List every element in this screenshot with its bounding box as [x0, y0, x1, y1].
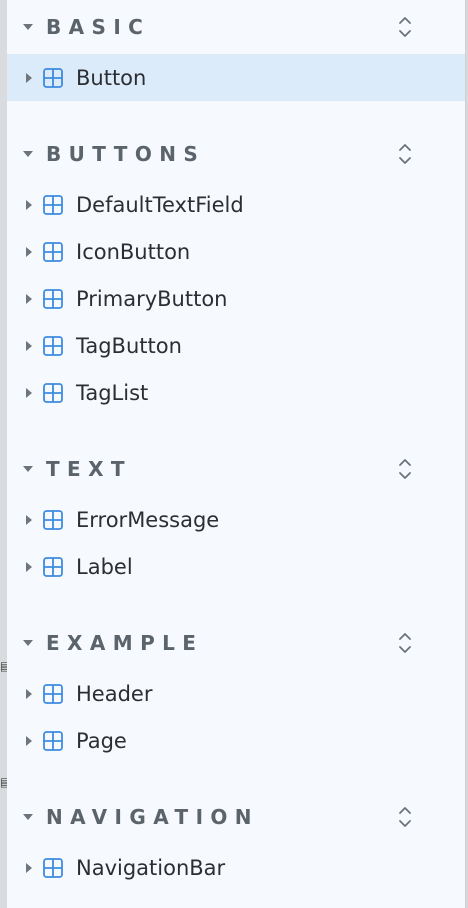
caret-right-icon: [26, 200, 32, 210]
caret-right-icon: [26, 73, 32, 83]
group-title: NAVIGATION: [46, 805, 259, 829]
component-grid-icon: [42, 288, 64, 310]
component-grid-icon: [42, 683, 64, 705]
group-spacer: [7, 416, 465, 442]
caret-right-icon: [26, 515, 32, 525]
component-grid-icon: [42, 857, 64, 879]
caret-down-icon: [23, 640, 33, 646]
sidebar-item-label: PrimaryButton: [76, 287, 228, 311]
sidebar-item-label: Button: [76, 66, 146, 90]
caret-right-icon: [26, 562, 32, 572]
group-spacer: [7, 101, 465, 127]
component-grid-icon: [42, 67, 64, 89]
group-header-basic[interactable]: BASIC: [7, 0, 465, 54]
sidebar-item-label: DefaultTextField: [76, 193, 244, 217]
group-text: TEXT ErrorMessage Label: [7, 442, 465, 590]
group-header-navigation[interactable]: NAVIGATION: [7, 790, 465, 844]
component-grid-icon: [42, 509, 64, 531]
caret-right-icon: [26, 736, 32, 746]
component-grid-icon: [42, 194, 64, 216]
group-title: TEXT: [46, 457, 132, 481]
edge-fragment-glyph: ▤: [0, 660, 6, 672]
sidebar-item-label: Header: [76, 682, 152, 706]
chevron-up-down-icon[interactable]: [395, 630, 415, 656]
sidebar-item-button[interactable]: Button: [7, 54, 465, 101]
component-grid-icon: [42, 335, 64, 357]
storybook-sidebar: BASIC Button BUTTONS: [7, 0, 466, 908]
caret-right-icon: [26, 247, 32, 257]
caret-right-icon: [26, 689, 32, 699]
chevron-up-down-icon[interactable]: [395, 804, 415, 830]
caret-right-icon: [26, 863, 32, 873]
sidebar-item-tagbutton[interactable]: TagButton: [7, 322, 465, 369]
edge-fragment-glyph: ▤: [0, 776, 6, 788]
chevron-up-down-icon[interactable]: [395, 14, 415, 40]
sidebar-item-iconbutton[interactable]: IconButton: [7, 228, 465, 275]
component-grid-icon: [42, 730, 64, 752]
component-grid-icon: [42, 241, 64, 263]
caret-down-icon: [23, 24, 33, 30]
sidebar-item-defaulttextfield[interactable]: DefaultTextField: [7, 181, 465, 228]
left-edge-strip: ▤ ▤: [0, 0, 7, 908]
group-basic: BASIC Button: [7, 0, 465, 101]
caret-right-icon: [26, 294, 32, 304]
sidebar-item-label: TagButton: [76, 334, 182, 358]
sidebar-item-primarybutton[interactable]: PrimaryButton: [7, 275, 465, 322]
sidebar-item-label: Label: [76, 555, 133, 579]
sidebar-item-errormessage[interactable]: ErrorMessage: [7, 496, 465, 543]
caret-down-icon: [23, 814, 33, 820]
group-spacer: [7, 590, 465, 616]
sidebar-item-label: NavigationBar: [76, 856, 225, 880]
chevron-up-down-icon[interactable]: [395, 141, 415, 167]
component-grid-icon: [42, 556, 64, 578]
group-header-example[interactable]: EXAMPLE: [7, 616, 465, 670]
sidebar-item-label: Page: [76, 729, 127, 753]
caret-down-icon: [23, 151, 33, 157]
sidebar-item-page[interactable]: Page: [7, 717, 465, 764]
sidebar-item-label: ErrorMessage: [76, 508, 219, 532]
group-header-buttons[interactable]: BUTTONS: [7, 127, 465, 181]
sidebar-item-label: TagList: [76, 381, 148, 405]
group-spacer: [7, 764, 465, 790]
sidebar-item-taglist[interactable]: TagList: [7, 369, 465, 416]
component-grid-icon: [42, 382, 64, 404]
group-title: BASIC: [46, 15, 150, 39]
sidebar-item-navigationbar[interactable]: NavigationBar: [7, 844, 465, 891]
sidebar-item-label[interactable]: Label: [7, 543, 465, 590]
sidebar-item-header[interactable]: Header: [7, 670, 465, 717]
group-buttons: BUTTONS DefaultTextField IconButton: [7, 127, 465, 416]
group-navigation: NAVIGATION NavigationBar: [7, 790, 465, 891]
chevron-up-down-icon[interactable]: [395, 456, 415, 482]
group-title: EXAMPLE: [46, 631, 203, 655]
caret-down-icon: [23, 466, 33, 472]
sidebar-item-label: IconButton: [76, 240, 190, 264]
caret-right-icon: [26, 341, 32, 351]
group-example: EXAMPLE Header Page: [7, 616, 465, 764]
group-title: BUTTONS: [46, 142, 205, 166]
group-header-text[interactable]: TEXT: [7, 442, 465, 496]
caret-right-icon: [26, 388, 32, 398]
